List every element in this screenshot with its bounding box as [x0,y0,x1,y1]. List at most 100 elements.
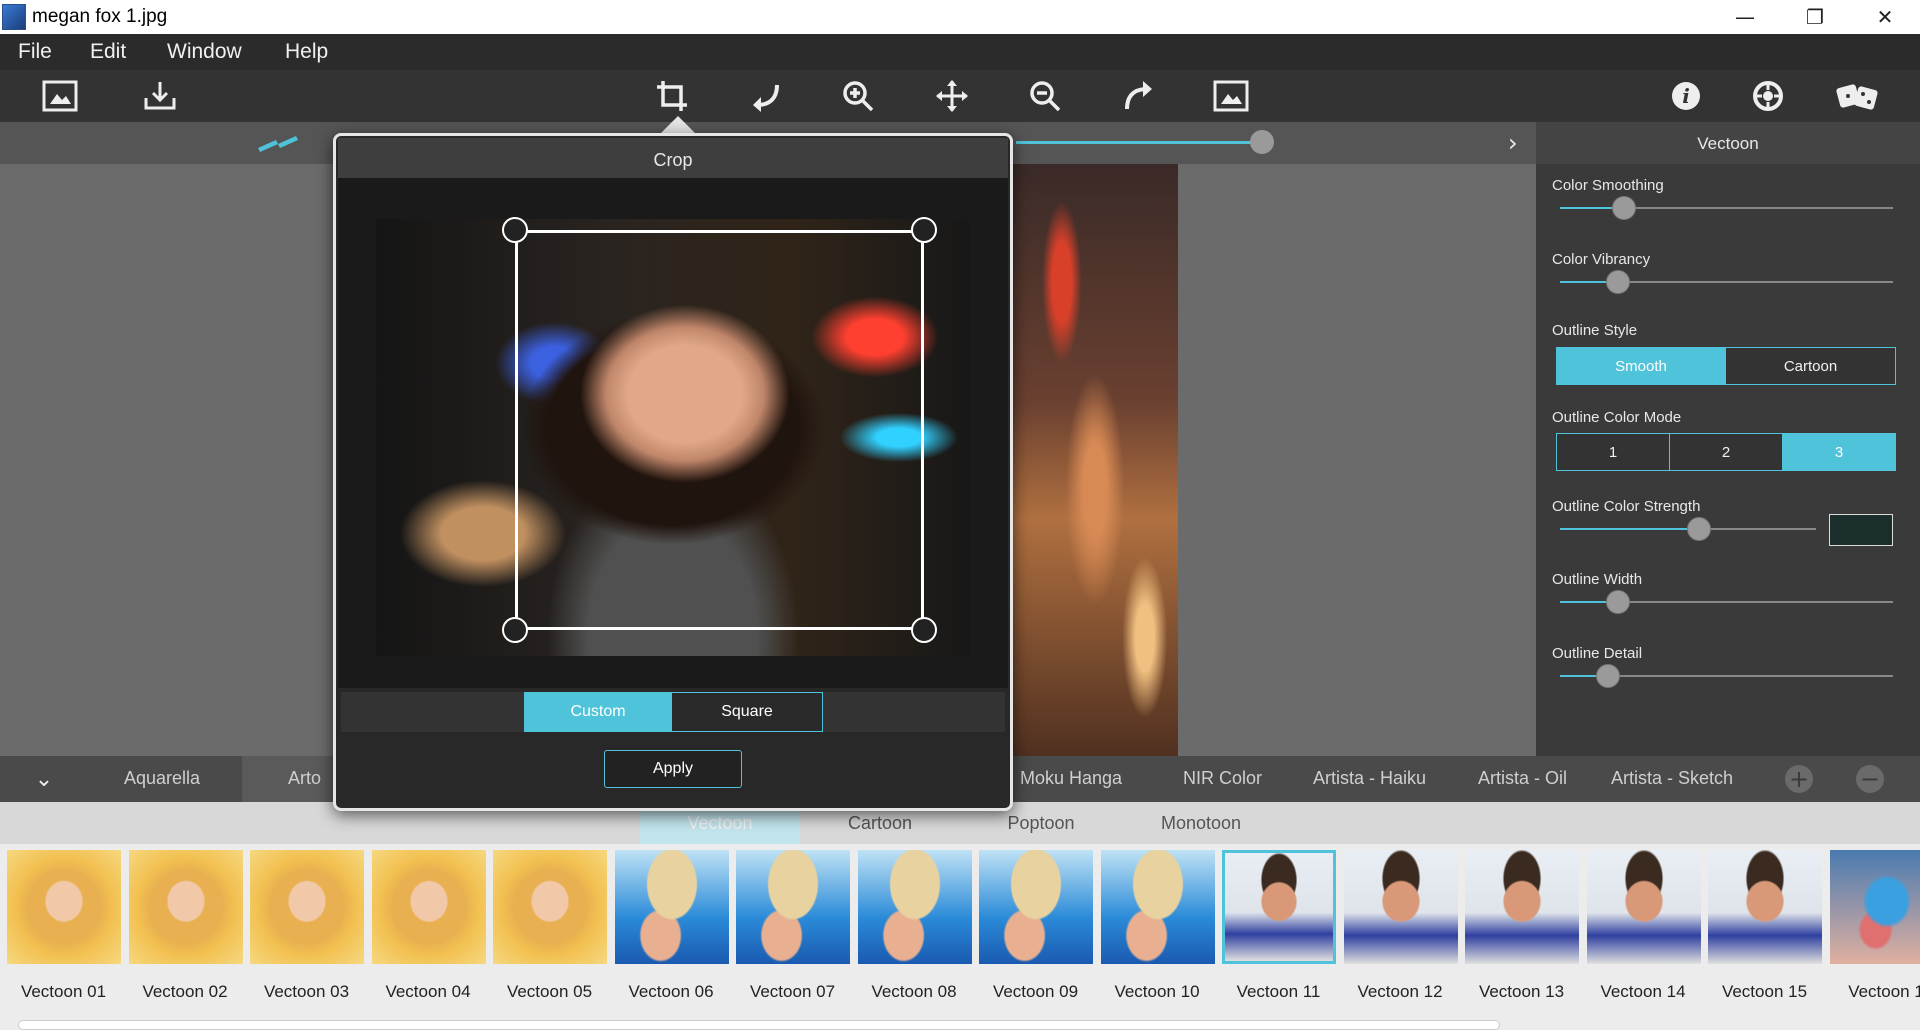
category-tab-artista-oil[interactable]: Artista - Oil [1478,768,1567,789]
preset-label: Vectoon 03 [263,982,350,1001]
category-tab-nir-color[interactable]: NIR Color [1183,768,1262,789]
minimize-button[interactable]: — [1710,0,1780,34]
toolbar: i [0,70,1920,123]
title-bar: megan fox 1.jpg — ❐ ✕ [0,0,1920,34]
preset-thumbnail[interactable] [614,850,729,964]
outline-color-mode-toggle: 1 2 3 [1556,433,1896,471]
preset-thumbnail[interactable] [1829,850,1920,964]
menu-window[interactable]: Window [167,40,242,64]
preset-label: Vectoon 06 [628,982,714,1001]
settings-icon[interactable] [1750,78,1786,114]
crop-dialog-title: Crop [653,150,693,170]
preset-thumbnail[interactable] [7,850,121,964]
preset-thumbnail[interactable] [1222,850,1336,964]
slider-knob[interactable] [1605,590,1630,614]
zoom-out-icon[interactable] [1027,78,1063,114]
preset-thumbnail[interactable] [1586,850,1701,964]
info-icon[interactable]: i [1668,78,1704,114]
pan-icon[interactable] [934,78,970,114]
category-tab-artista-sketch[interactable]: Artista - Sketch [1611,768,1733,789]
slider-knob[interactable] [1595,664,1620,688]
preset-label: Vectoon 14 [1600,982,1686,1001]
outline-color-mode-3[interactable]: 3 [1782,433,1896,471]
preset-thumbnail[interactable] [857,850,972,964]
preset-thumbnail[interactable] [493,850,607,964]
preset-label: Vectoon 01 [20,982,107,1001]
menu-bar: File Edit Window Help [0,34,1920,70]
category-tab-aquarella[interactable]: Aquarella [124,768,200,789]
outline-detail-label: Outline Detail [1552,645,1643,662]
outline-color-mode-label: Outline Color Mode [1552,409,1682,426]
crop-frame[interactable] [515,230,924,630]
preset-thumbnail[interactable] [1100,850,1215,964]
preset-label: Vectoon 09 [992,982,1079,1001]
save-icon[interactable] [142,78,178,114]
preset-label: Vectoon 10 [1114,982,1200,1001]
preset-thumbnail[interactable] [979,850,1093,964]
preset-label: Vectoon 05 [506,982,593,1001]
brush-icon[interactable] [256,130,312,160]
window-title: megan fox 1.jpg [32,6,168,27]
menu-file[interactable]: File [18,40,52,64]
chevron-down-icon[interactable]: ⌄ [0,756,88,802]
preset-thumbnail[interactable] [371,850,486,964]
preset-label: Vectoon 04 [385,982,471,1001]
preset-thumbnail[interactable] [1708,850,1822,964]
category-tab-artista-haiku[interactable]: Artista - Haiku [1313,768,1426,789]
svg-text:i: i [1682,84,1690,108]
outline-style-smooth[interactable]: Smooth [1556,347,1726,385]
panel-title: Vectoon [1697,134,1759,153]
rotate-right-icon[interactable] [1120,78,1156,114]
crop-mode-square[interactable]: Square [671,692,823,732]
preset-thumbnail[interactable] [250,850,364,964]
crop-handle-top-left[interactable] [502,217,528,243]
menu-edit[interactable]: Edit [90,40,126,64]
preset-label: Vectoon 11 [1236,982,1321,1001]
crop-icon[interactable] [654,78,690,114]
outline-style-label: Outline Style [1552,322,1638,339]
outline-color-mode-1[interactable]: 1 [1556,433,1670,471]
outline-width-label: Outline Width [1552,571,1643,588]
chevron-right-icon[interactable]: › [1508,129,1518,157]
outline-color-mode-2[interactable]: 2 [1669,433,1783,471]
randomize-icon[interactable] [1836,78,1882,114]
fit-screen-icon[interactable] [1213,78,1249,114]
preset-thumbnail[interactable] [1465,850,1579,964]
rotate-left-icon[interactable] [748,78,784,114]
category-tab-moku-hanga[interactable]: Moku Hanga [1020,768,1122,789]
close-button[interactable]: ✕ [1850,0,1920,34]
outline-style-cartoon[interactable]: Cartoon [1725,347,1896,385]
preset-thumbnail[interactable] [1343,850,1458,964]
zoom-in-icon[interactable] [840,78,876,114]
photo-preview [1012,164,1178,756]
preset-gallery: Vectoon 01 Vectoon 02 Vectoon 03 Vectoon 04… [0,844,1920,1030]
category-tab-arto[interactable]: Arto [288,768,321,789]
crop-handle-bottom-left[interactable] [502,617,528,643]
gallery-scrollbar[interactable] [18,1020,1500,1030]
preset-label: Vectoon 07 [749,982,836,1001]
preset-label: Vectoon 1 [1848,982,1920,1001]
open-image-icon[interactable] [42,78,78,114]
subtab-monotoon[interactable]: Monotoon [1121,802,1281,844]
outline-style-toggle: Smooth Cartoon [1556,347,1896,385]
menu-help[interactable]: Help [285,40,328,64]
outline-color-strength-label: Outline Color Strength [1552,498,1701,515]
plus-icon[interactable]: + [1785,765,1813,793]
crop-handle-bottom-right[interactable] [911,617,937,643]
preset-thumbnail[interactable] [736,850,850,964]
crop-mode-custom[interactable]: Custom [524,692,672,732]
preset-thumbnail[interactable] [128,850,243,964]
apply-button[interactable]: Apply [604,750,742,788]
minus-icon[interactable]: − [1856,765,1884,793]
color-vibrancy-label: Color Vibrancy [1552,251,1651,268]
preset-label: Vectoon 12 [1357,982,1443,1001]
outline-color-swatch[interactable] [1829,514,1893,546]
crop-handle-top-right[interactable] [911,217,937,243]
slider-knob[interactable] [1605,270,1630,294]
color-smoothing-label: Color Smoothing [1552,177,1664,194]
panel-header: Vectoon [1536,122,1920,164]
preset-label: Vectoon 08 [871,982,957,1001]
compare-slider-track[interactable] [1016,141,1260,144]
restore-button[interactable]: ❐ [1780,0,1850,34]
compare-slider-knob[interactable] [1250,130,1274,154]
